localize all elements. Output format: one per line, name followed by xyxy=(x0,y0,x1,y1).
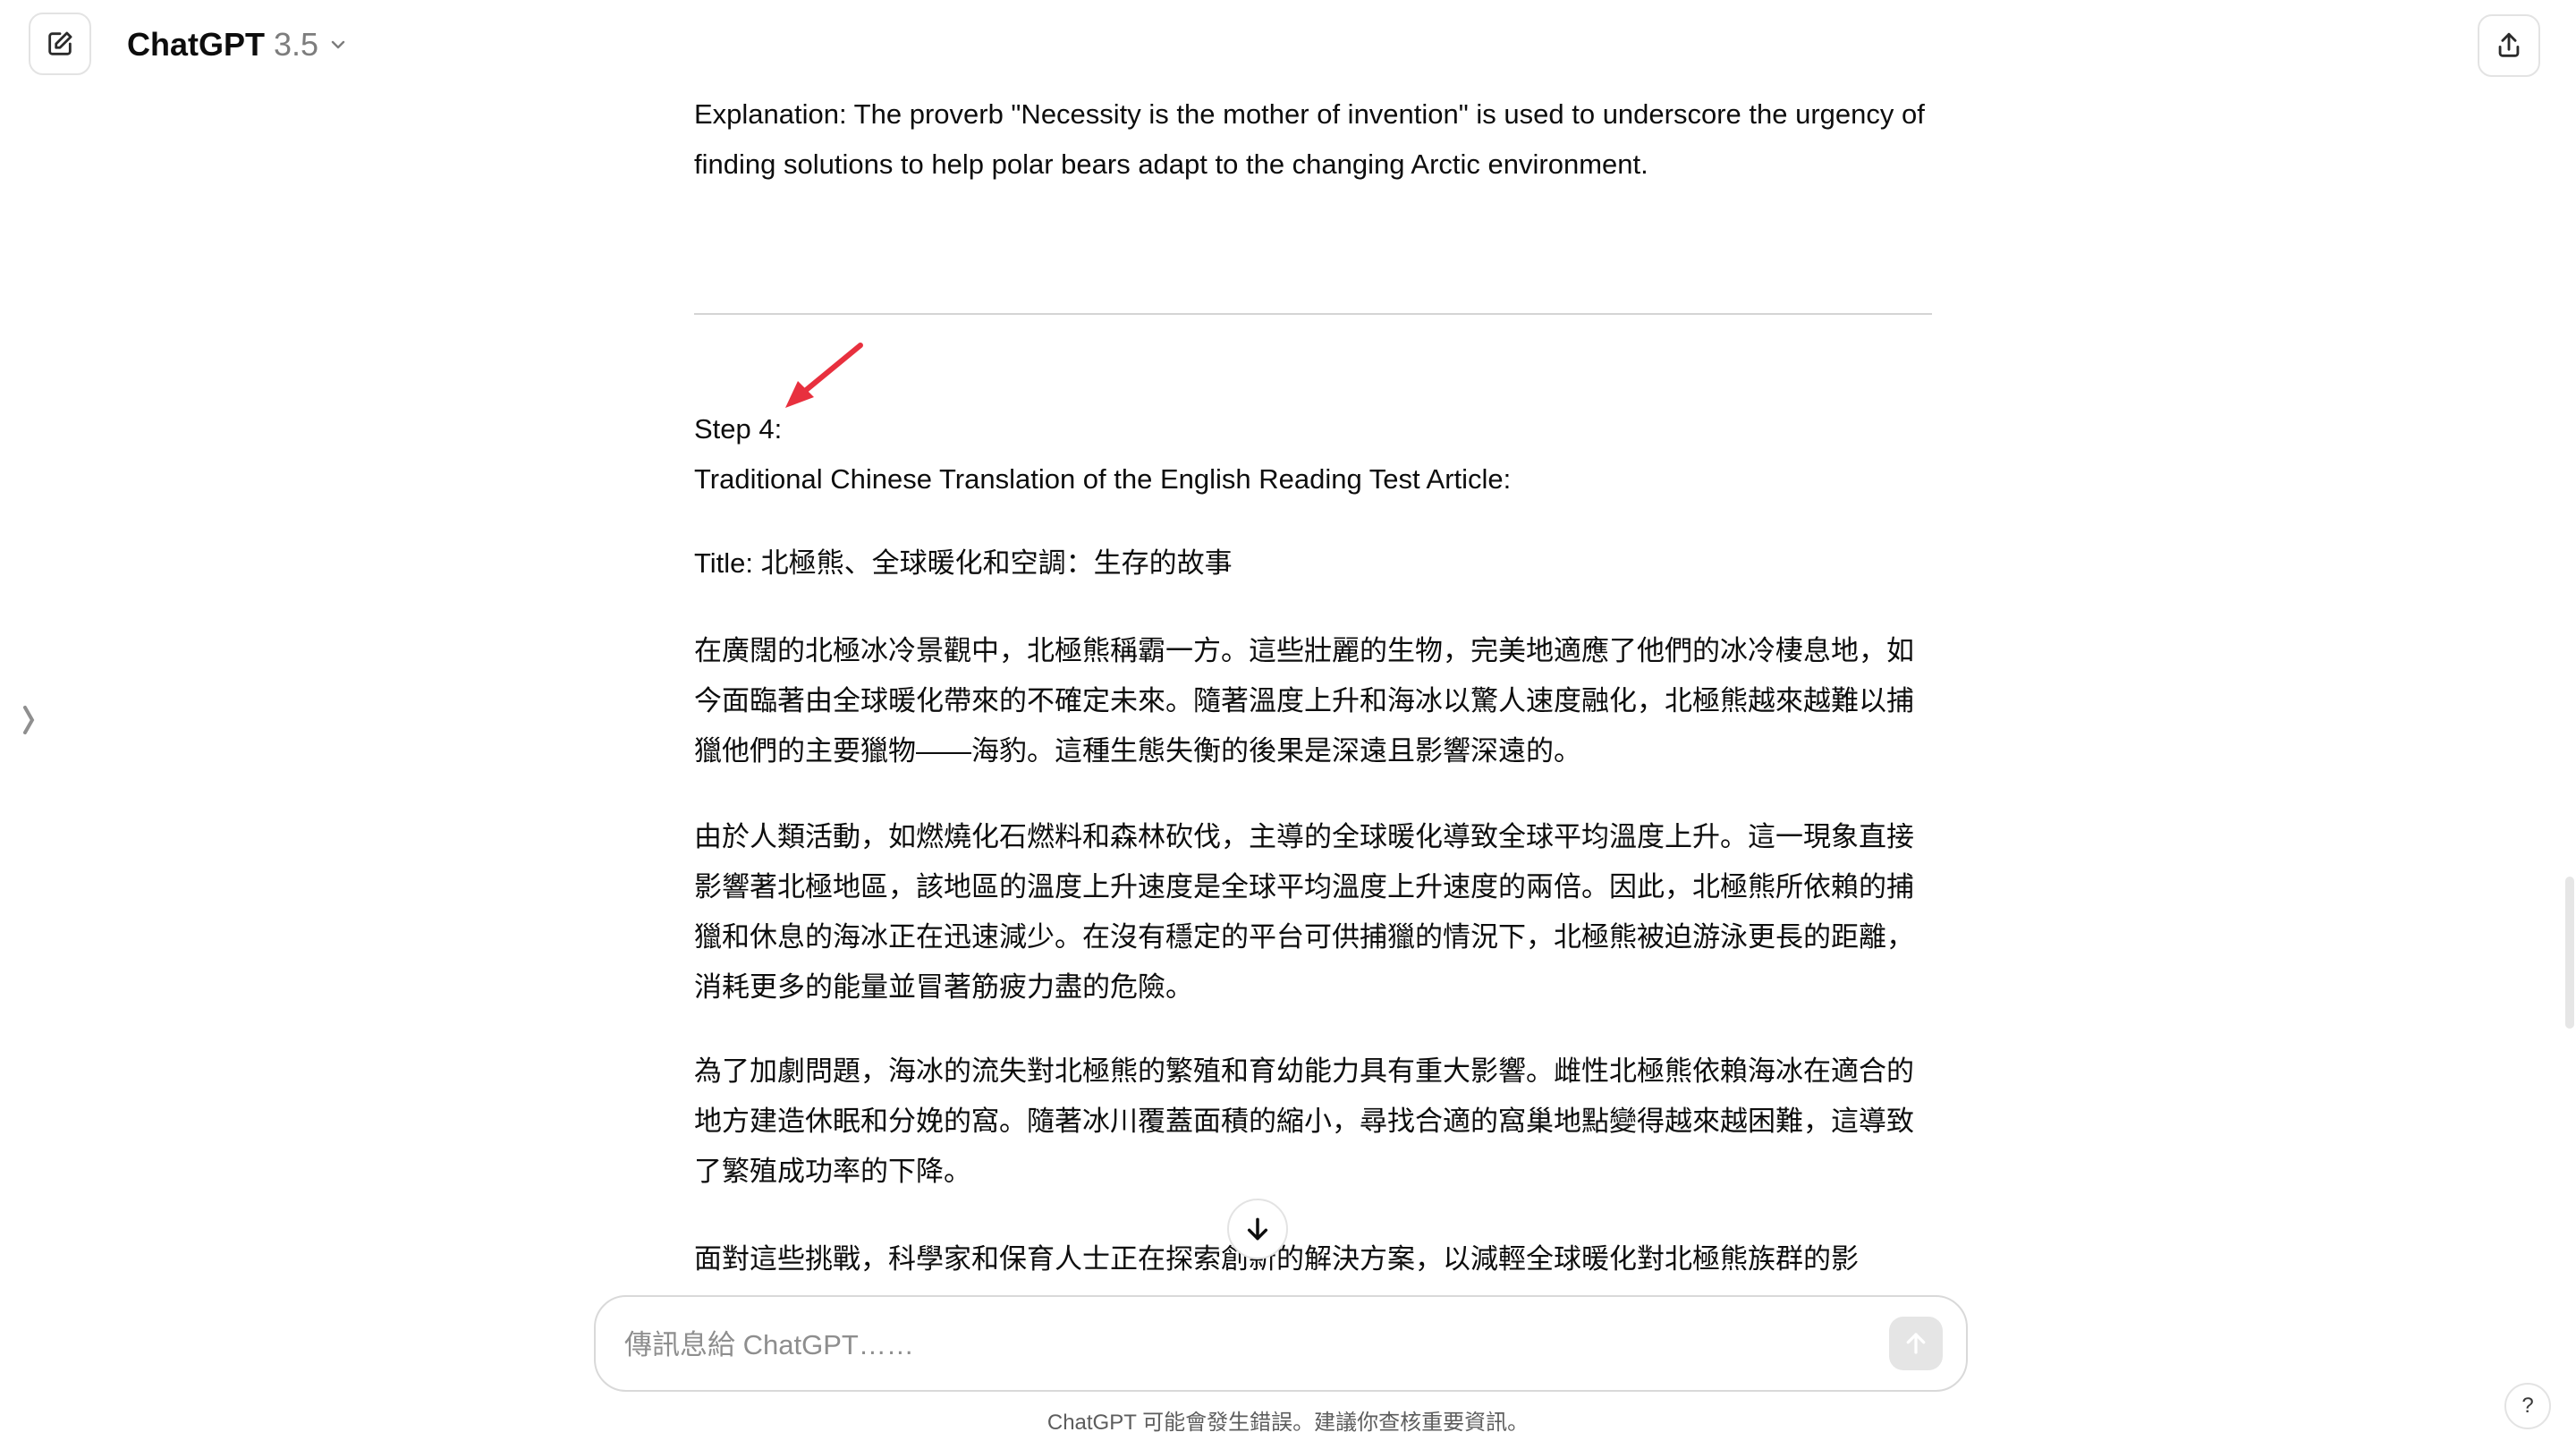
message-composer xyxy=(594,1295,1968,1392)
article-paragraph: 面對這些挑戰，科學家和保育人士正在探索創新的解決方案，以減輕全球暖化對北極熊族群… xyxy=(694,1243,1859,1275)
model-selector[interactable]: ChatGPT 3.5 xyxy=(127,21,349,68)
help-label: ? xyxy=(2521,1394,2534,1418)
message-input[interactable] xyxy=(623,1320,1878,1370)
model-name: ChatGPT xyxy=(127,26,266,63)
article-paragraph: 在廣闊的北極冰冷景觀中，北極熊稱霸一方。這些壯麗的生物，完美地適應了他們的冰冷棲… xyxy=(694,635,1914,767)
explanation-text: Explanation: The proverb "Necessity is t… xyxy=(694,98,1925,180)
send-button[interactable] xyxy=(1889,1317,1943,1370)
annotation-arrow-icon xyxy=(785,343,863,408)
share-icon xyxy=(2498,32,2520,57)
chevron-down-icon xyxy=(331,40,345,49)
edit-icon xyxy=(48,31,72,55)
scrollbar-thumb[interactable] xyxy=(2565,877,2574,1029)
step-label: Step 4: xyxy=(694,413,783,445)
model-version: 3.5 xyxy=(274,26,319,63)
article-paragraph: 為了加劇問題，海冰的流失對北極熊的繁殖和育幼能力具有重大影響。雌性北極熊依賴海冰… xyxy=(694,1055,1914,1187)
sidebar-toggle[interactable] xyxy=(18,699,41,741)
share-button[interactable] xyxy=(2478,14,2540,77)
article-paragraph: 由於人類活動，如燃燒化石燃料和森林砍伐，主導的全球暖化導致全球平均溫度上升。這一… xyxy=(694,821,1914,1003)
sidebar-toggle-icon xyxy=(23,706,35,734)
step-subtitle: Traditional Chinese Translation of the E… xyxy=(694,463,1512,495)
arrow-down-icon xyxy=(1247,1217,1268,1241)
step-heading-block: Step 4: Traditional Chinese Translation … xyxy=(694,404,1932,504)
new-chat-button[interactable] xyxy=(29,13,91,75)
chat-window: ChatGPT 3.5 Explanation: The proverb "Ne… xyxy=(0,0,2576,1449)
arrow-up-icon xyxy=(1906,1333,1926,1354)
disclaimer-text: ChatGPT 可能會發生錯誤。建議你查核重要資訊。 xyxy=(1046,1411,1530,1435)
help-button[interactable]: ? xyxy=(2504,1383,2551,1429)
message-explanation: Explanation: The proverb "Necessity is t… xyxy=(694,89,1932,190)
article-title: Title: 北極熊、全球暖化和空調：生存的故事 xyxy=(694,547,1233,579)
section-divider xyxy=(694,313,1932,315)
scroll-to-bottom-button[interactable] xyxy=(1227,1199,1288,1259)
